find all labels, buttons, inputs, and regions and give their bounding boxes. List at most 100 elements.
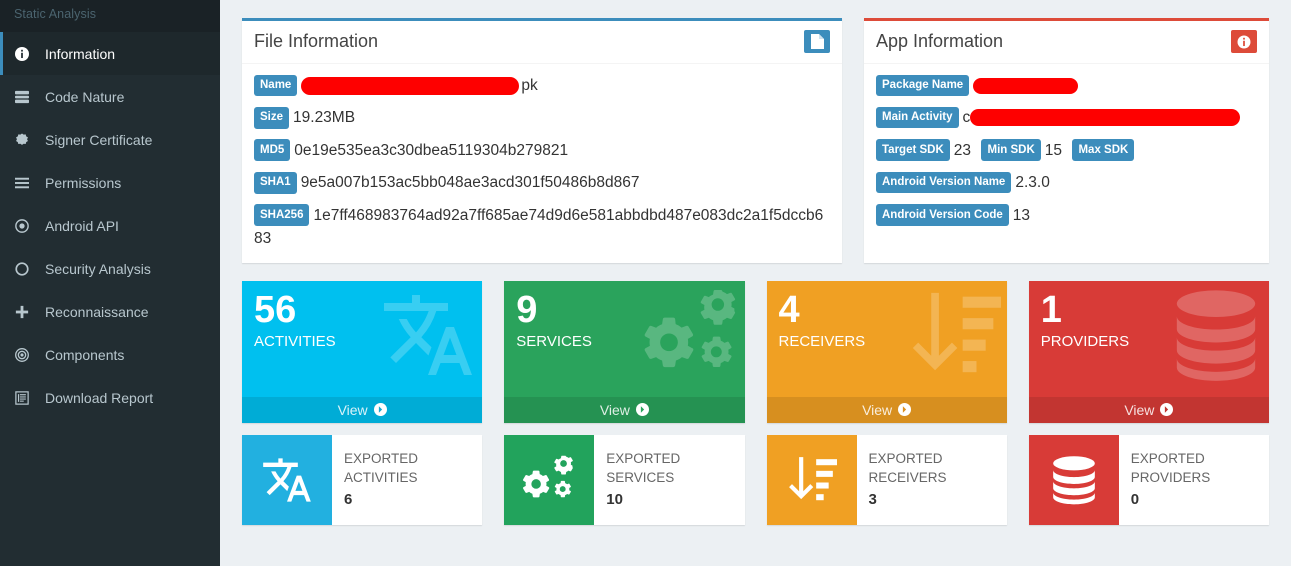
sidebar-item-signer-certificate[interactable]: Signer Certificate xyxy=(0,118,220,161)
tile-view-label: View xyxy=(1124,401,1155,418)
info-circle-icon[interactable] xyxy=(1231,30,1257,53)
static-analysis-page: Static Analysis Information Code Nature … xyxy=(0,0,1291,566)
sidebar-item-permissions[interactable]: Permissions xyxy=(0,161,220,204)
exported-label-line2: PROVIDERS xyxy=(1130,470,1211,486)
main-content: File Information Name pk Size 19.23MB MD5 0… xyxy=(220,0,1291,566)
redaction-mark xyxy=(301,76,520,95)
tile-view-label: View xyxy=(599,401,630,418)
exported-providers-text: EXPORTED PROVIDERS 0 xyxy=(1119,435,1211,525)
tile-count: 9 xyxy=(516,288,538,331)
exported-components-row: EXPORTED ACTIVITIES 6 EXPORTED SERVICES xyxy=(220,423,1291,525)
field-tag: MD5 xyxy=(254,139,291,162)
redaction-mark xyxy=(973,77,1079,94)
exported-receivers-box[interactable]: EXPORTED RECEIVERS 3 xyxy=(766,434,1007,525)
bars-icon xyxy=(15,176,41,190)
field-value: 23 xyxy=(953,141,972,159)
book-icon xyxy=(15,390,41,405)
arrow-circle-right-icon xyxy=(898,403,912,417)
exported-activities-text: EXPORTED ACTIVITIES 6 xyxy=(332,435,418,525)
dot-circle-icon xyxy=(15,218,41,233)
tile-view-link[interactable]: View xyxy=(766,396,1007,423)
exported-activities-box[interactable]: EXPORTED ACTIVITIES 6 xyxy=(242,434,483,525)
sidebar-item-label: Android API xyxy=(45,217,119,234)
sidebar-item-android-api[interactable]: Android API xyxy=(0,204,220,247)
sidebar-item-components[interactable]: Components xyxy=(0,333,220,376)
tile-label: ACTIVITIES xyxy=(254,332,336,350)
info-cards-row: File Information Name pk Size 19.23MB MD5 0… xyxy=(220,18,1291,263)
tile-count: 4 xyxy=(778,288,800,331)
tile-view-link[interactable]: View xyxy=(1028,396,1269,423)
sidebar-item-information[interactable]: Information xyxy=(0,32,220,75)
tile-view-label: View xyxy=(337,401,368,418)
field-value: 15 xyxy=(1044,141,1063,159)
field-tag: Name xyxy=(254,74,298,97)
sidebar-item-label: Permissions xyxy=(45,174,122,191)
plus-icon xyxy=(15,305,41,319)
translate-icon xyxy=(242,434,332,525)
app-information-header: App Information xyxy=(864,21,1269,64)
android-version-code-row: Android Version Code 13 xyxy=(876,204,1257,227)
redaction-mark xyxy=(970,109,1241,127)
sidebar-item-download-report[interactable]: Download Report xyxy=(0,376,220,419)
field-value: pk xyxy=(521,77,538,94)
field-value: 19.23MB xyxy=(293,109,356,127)
exported-label-line1: EXPORTED xyxy=(344,450,419,466)
exported-label-line2: SERVICES xyxy=(606,470,675,486)
exported-label-line1: EXPORTED xyxy=(606,450,681,466)
field-value: 2.3.0 xyxy=(1015,174,1050,192)
field-tag: SHA1 xyxy=(254,171,297,194)
tile-view-link[interactable]: View xyxy=(242,396,483,423)
field-tag: Min SDK xyxy=(981,139,1041,161)
sidebar-item-code-nature[interactable]: Code Nature xyxy=(0,75,220,118)
exported-providers-box[interactable]: EXPORTED PROVIDERS 0 xyxy=(1028,434,1269,525)
field-value: 13 xyxy=(1012,206,1031,224)
sidebar-item-label: Reconnaissance xyxy=(45,303,149,320)
server-icon xyxy=(15,90,41,104)
page-title: File Information xyxy=(254,31,379,51)
tile-providers[interactable]: 1 PROVIDERS View xyxy=(1028,280,1269,423)
sidebar-section-header: Static Analysis xyxy=(0,0,220,32)
file-md5-row: MD5 0e19e535ea3c30dbea5119304b279821 xyxy=(254,139,830,162)
exported-count: 0 xyxy=(1130,490,1140,508)
certificate-icon xyxy=(15,133,41,147)
arrow-circle-right-icon xyxy=(373,403,387,417)
field-value: 1e7ff468983764ad92a7ff685ae74d9d6e581abb… xyxy=(254,206,824,248)
field-tag: Android Version Code xyxy=(876,204,1009,226)
tile-view-label: View xyxy=(862,401,893,418)
tile-view-link[interactable]: View xyxy=(504,396,745,423)
exported-label-line1: EXPORTED xyxy=(1130,450,1205,466)
package-name-row: Package Name xyxy=(876,74,1257,97)
field-value: 0e19e535ea3c30dbea5119304b279821 xyxy=(294,141,569,159)
main-activity-row: Main Activity c xyxy=(876,106,1257,129)
field-tag: Size xyxy=(254,106,290,129)
tile-activities[interactable]: 56 ACTIVITIES View xyxy=(242,280,483,423)
sidebar-item-label: Signer Certificate xyxy=(45,131,153,148)
sidebar-item-security-analysis[interactable]: Security Analysis xyxy=(0,247,220,290)
exported-services-box[interactable]: EXPORTED SERVICES 10 xyxy=(504,434,745,525)
sidebar-item-label: Code Nature xyxy=(45,88,125,105)
android-version-name-row: Android Version Name 2.3.0 xyxy=(876,171,1257,194)
sidebar: Static Analysis Information Code Nature … xyxy=(0,0,220,566)
field-tag: Android Version Name xyxy=(876,171,1012,194)
exported-receivers-text: EXPORTED RECEIVERS 3 xyxy=(857,435,947,525)
sidebar-item-label: Information xyxy=(45,45,116,62)
file-information-card: File Information Name pk Size 19.23MB MD5 0… xyxy=(242,18,842,263)
tile-receivers[interactable]: 4 RECEIVERS View xyxy=(766,280,1007,423)
file-information-header: File Information xyxy=(242,21,842,64)
field-tag: Target SDK xyxy=(876,139,950,161)
component-count-tiles: 56 ACTIVITIES View 9 SERVICES View 4 REC… xyxy=(220,263,1291,423)
bullseye-icon xyxy=(15,347,41,362)
sidebar-item-reconnaissance[interactable]: Reconnaissance xyxy=(0,290,220,333)
app-information-body: Package Name Main Activity c Target SDK 23… xyxy=(864,64,1269,260)
tile-count: 1 xyxy=(1040,288,1062,331)
file-information-body: Name pk Size 19.23MB MD5 0e19e535ea3c30dbea… xyxy=(242,64,842,263)
tile-services[interactable]: 9 SERVICES View xyxy=(504,280,745,423)
file-name-row: Name pk xyxy=(254,74,830,97)
database-icon xyxy=(1028,434,1119,525)
gears-icon xyxy=(504,434,595,525)
field-tag: Main Activity xyxy=(876,106,959,129)
file-icon[interactable] xyxy=(804,30,830,53)
exported-services-text: EXPORTED SERVICES 10 xyxy=(594,435,680,525)
sidebar-item-label: Download Report xyxy=(45,389,154,406)
field-tag: SHA256 xyxy=(254,204,310,227)
